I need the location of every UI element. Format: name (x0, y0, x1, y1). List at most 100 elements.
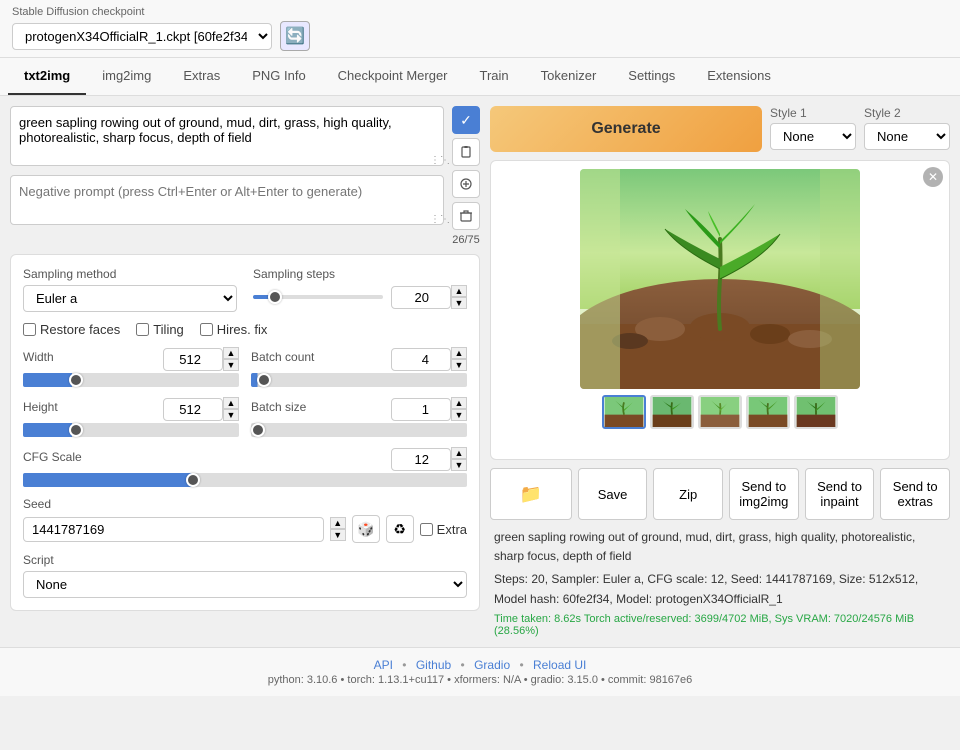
width-label: Width (23, 350, 54, 364)
left-panel: green sapling rowing out of ground, mud,… (10, 106, 480, 637)
sampling-method-group: Sampling method Euler aEulerLMSDPM2 (23, 267, 237, 312)
sampling-steps-slider[interactable] (253, 295, 383, 299)
send-to-extras-button[interactable]: Send to extras (880, 468, 950, 520)
width-slider[interactable] (23, 373, 239, 387)
cfg-scale-group: CFG Scale ▲ ▼ (23, 447, 467, 487)
script-select[interactable]: None Prompts from file or textbox X/Y/Z … (23, 571, 467, 598)
thumbnail-5[interactable] (794, 395, 838, 429)
height-down-button[interactable]: ▼ (223, 409, 239, 421)
footer: API • Github • Gradio • Reload UI python… (0, 647, 960, 696)
top-bar: Stable Diffusion checkpoint protogenX34O… (0, 0, 960, 58)
positive-prompt-input[interactable]: green sapling rowing out of ground, mud,… (10, 106, 444, 166)
batch-size-input[interactable] (391, 398, 451, 421)
sampling-steps-stepper: ▲ ▼ (451, 285, 467, 309)
negative-prompt-input[interactable] (10, 175, 444, 225)
negative-resize-handle[interactable]: ⋮⋱ (430, 214, 442, 226)
params-panel: Sampling method Euler aEulerLMSDPM2 Samp… (10, 254, 480, 611)
thumbnails (602, 395, 838, 429)
thumbnail-1[interactable] (602, 395, 646, 429)
height-slider[interactable] (23, 423, 239, 437)
refresh-checkpoint-button[interactable]: 🔄 (280, 21, 310, 51)
trash-button[interactable] (452, 202, 480, 230)
batch-count-down-button[interactable]: ▼ (451, 359, 467, 371)
seed-recycle-button[interactable]: ♻ (386, 515, 414, 543)
tab-tokenizer[interactable]: Tokenizer (525, 58, 613, 95)
tab-png-info[interactable]: PNG Info (236, 58, 321, 95)
paste-button[interactable] (452, 138, 480, 166)
style1-select[interactable]: NoneStyle A (770, 123, 856, 150)
seed-down-button[interactable]: ▼ (330, 529, 346, 541)
tab-checkpoint-merger[interactable]: Checkpoint Merger (322, 58, 464, 95)
height-input[interactable] (163, 398, 223, 421)
width-down-button[interactable]: ▼ (223, 359, 239, 371)
seed-row: ▲ ▼ 🎲 ♻ Extra (23, 515, 467, 543)
cfg-up-button[interactable]: ▲ (451, 447, 467, 459)
thumbnail-3[interactable] (698, 395, 742, 429)
send-to-img2img-button[interactable]: Send to img2img (729, 468, 799, 520)
send-to-inpaint-button[interactable]: Send to inpaint (805, 468, 875, 520)
cfg-scale-slider[interactable] (23, 473, 467, 487)
image-close-button[interactable]: ✕ (923, 167, 943, 187)
seed-up-button[interactable]: ▲ (330, 517, 346, 529)
restore-faces-checkbox[interactable]: Restore faces (23, 322, 120, 337)
thumbnail-2[interactable] (650, 395, 694, 429)
open-folder-button[interactable]: 📁 (490, 468, 572, 520)
width-up-button[interactable]: ▲ (223, 347, 239, 359)
width-input[interactable] (163, 348, 223, 371)
main-content: green sapling rowing out of ground, mud,… (0, 96, 960, 647)
thumbnail-4[interactable] (746, 395, 790, 429)
tab-extras[interactable]: Extras (167, 58, 236, 95)
steps-down-button[interactable]: ▼ (451, 297, 467, 309)
batch-count-input[interactable] (391, 348, 451, 371)
token-count: 26/75 (452, 234, 480, 246)
tab-img2img[interactable]: img2img (86, 58, 167, 95)
positive-prompt-area: green sapling rowing out of ground, mud,… (10, 106, 444, 169)
cfg-down-button[interactable]: ▼ (451, 459, 467, 471)
output-prompt-text: green sapling rowing out of ground, mud,… (494, 528, 946, 566)
tab-settings[interactable]: Settings (612, 58, 691, 95)
batch-count-up-button[interactable]: ▲ (451, 347, 467, 359)
checkbox-button[interactable]: ✓ (452, 106, 480, 134)
style2-select[interactable]: NoneStyle A (864, 123, 950, 150)
seed-dice-button[interactable]: 🎲 (352, 515, 380, 543)
prompt-area: green sapling rowing out of ground, mud,… (10, 106, 480, 246)
steps-up-button[interactable]: ▲ (451, 285, 467, 297)
cfg-scale-stepper: ▲ ▼ (451, 447, 467, 471)
batch-size-slider[interactable] (251, 423, 467, 437)
output-info: green sapling rowing out of ground, mud,… (490, 528, 950, 637)
height-batchsize-row: Height ▲ ▼ Batch size (23, 397, 467, 437)
output-timing-text: Time taken: 8.62s Torch active/reserved:… (494, 613, 946, 637)
sampling-row: Sampling method Euler aEulerLMSDPM2 Samp… (23, 267, 467, 312)
style-button[interactable] (452, 170, 480, 198)
reload-link[interactable]: Reload UI (533, 658, 586, 672)
seed-input[interactable] (23, 517, 324, 542)
sampling-method-select[interactable]: Euler aEulerLMSDPM2 (23, 285, 237, 312)
hires-fix-checkbox[interactable]: Hires. fix (200, 322, 268, 337)
github-link[interactable]: Github (416, 658, 451, 672)
batch-count-slider[interactable] (251, 373, 467, 387)
api-link[interactable]: API (374, 658, 393, 672)
zip-button[interactable]: Zip (653, 468, 723, 520)
textarea-resize-handle[interactable]: ⋮⋱ (430, 155, 442, 167)
negative-prompt-area: ⋮⋱ (10, 175, 444, 228)
tab-extensions[interactable]: Extensions (691, 58, 787, 95)
save-button[interactable]: Save (578, 468, 648, 520)
tab-train[interactable]: Train (464, 58, 525, 95)
height-up-button[interactable]: ▲ (223, 397, 239, 409)
tab-txt2img[interactable]: txt2img (8, 58, 86, 95)
checkpoint-select[interactable]: protogenX34OfficialR_1.ckpt [60fe2f34] (12, 23, 272, 50)
sampling-steps-row: ▲ ▼ (253, 285, 467, 309)
checkpoint-label: Stable Diffusion checkpoint (12, 6, 948, 18)
sampling-method-label: Sampling method (23, 267, 237, 281)
style2-group: Style 2 NoneStyle A (864, 106, 950, 150)
extra-checkbox[interactable]: Extra (420, 522, 467, 537)
sampling-steps-input[interactable] (391, 286, 451, 309)
gradio-link[interactable]: Gradio (474, 658, 510, 672)
cfg-scale-input[interactable] (391, 448, 451, 471)
batch-size-down-button[interactable]: ▼ (451, 409, 467, 421)
script-label: Script (23, 553, 467, 567)
tiling-checkbox[interactable]: Tiling (136, 322, 184, 337)
generate-section: Generate Style 1 NoneStyle A Style 2 Non… (490, 106, 950, 152)
generate-button[interactable]: Generate (490, 106, 762, 152)
batch-size-up-button[interactable]: ▲ (451, 397, 467, 409)
